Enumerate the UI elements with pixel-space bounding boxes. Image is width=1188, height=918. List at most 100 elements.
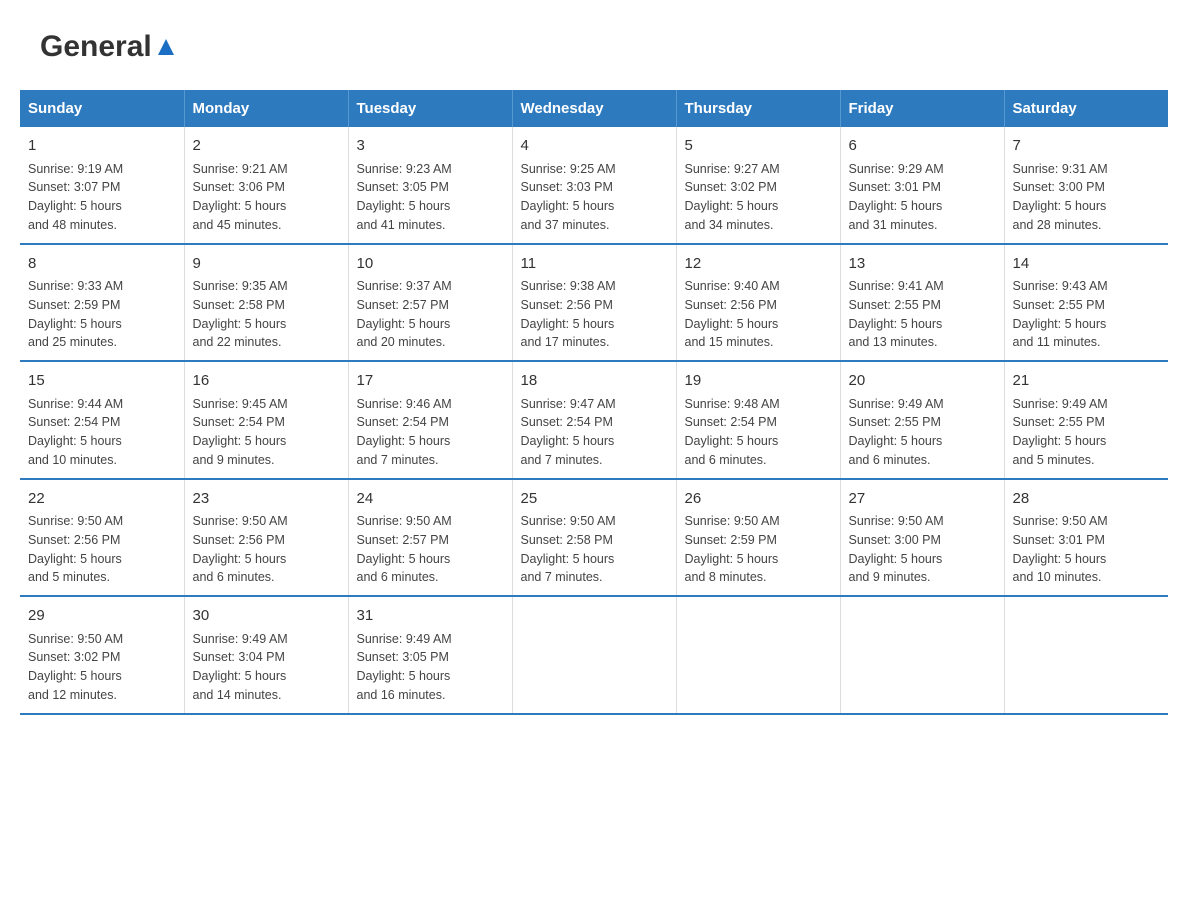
- day-number: 11: [521, 253, 668, 276]
- calendar-table: SundayMondayTuesdayWednesdayThursdayFrid…: [20, 90, 1168, 715]
- day-info-line: and 41 minutes.: [357, 216, 504, 235]
- day-number: 9: [193, 253, 340, 276]
- day-number: 13: [849, 253, 996, 276]
- day-number: 12: [685, 253, 832, 276]
- calendar-cell: 3Sunrise: 9:23 AMSunset: 3:05 PMDaylight…: [348, 127, 512, 244]
- calendar-cell: 29Sunrise: 9:50 AMSunset: 3:02 PMDayligh…: [20, 596, 184, 714]
- day-info-line: and 6 minutes.: [685, 451, 832, 470]
- day-info-line: Sunrise: 9:49 AM: [357, 630, 504, 649]
- day-info-line: Sunset: 2:54 PM: [521, 413, 668, 432]
- day-info-line: and 9 minutes.: [193, 451, 340, 470]
- day-info-line: and 6 minutes.: [849, 451, 996, 470]
- day-number: 5: [685, 135, 832, 158]
- day-info-line: Daylight: 5 hours: [193, 432, 340, 451]
- day-info-line: Sunset: 2:54 PM: [193, 413, 340, 432]
- day-info-line: Daylight: 5 hours: [685, 550, 832, 569]
- day-info-line: and 45 minutes.: [193, 216, 340, 235]
- day-info-line: and 20 minutes.: [357, 333, 504, 352]
- day-info-line: Daylight: 5 hours: [357, 315, 504, 334]
- page-header: General: [20, 20, 1168, 70]
- column-header-tuesday: Tuesday: [348, 90, 512, 127]
- day-number: 2: [193, 135, 340, 158]
- calendar-cell: [1004, 596, 1168, 714]
- day-number: 3: [357, 135, 504, 158]
- day-number: 19: [685, 370, 832, 393]
- day-info-line: Sunrise: 9:50 AM: [685, 512, 832, 531]
- day-info-line: Sunset: 3:02 PM: [685, 178, 832, 197]
- day-info-line: Sunset: 2:56 PM: [193, 531, 340, 550]
- day-info-line: Sunrise: 9:33 AM: [28, 277, 176, 296]
- day-info-line: Sunset: 2:54 PM: [685, 413, 832, 432]
- day-number: 1: [28, 135, 176, 158]
- day-info-line: Daylight: 5 hours: [28, 315, 176, 334]
- calendar-cell: 2Sunrise: 9:21 AMSunset: 3:06 PMDaylight…: [184, 127, 348, 244]
- calendar-cell: 12Sunrise: 9:40 AMSunset: 2:56 PMDayligh…: [676, 244, 840, 362]
- calendar-cell: 27Sunrise: 9:50 AMSunset: 3:00 PMDayligh…: [840, 479, 1004, 597]
- day-info-line: Sunrise: 9:50 AM: [28, 512, 176, 531]
- calendar-cell: [840, 596, 1004, 714]
- calendar-cell: 10Sunrise: 9:37 AMSunset: 2:57 PMDayligh…: [348, 244, 512, 362]
- day-info-line: Daylight: 5 hours: [685, 432, 832, 451]
- calendar-week-row: 1Sunrise: 9:19 AMSunset: 3:07 PMDaylight…: [20, 127, 1168, 244]
- column-header-monday: Monday: [184, 90, 348, 127]
- day-info-line: Sunset: 3:06 PM: [193, 178, 340, 197]
- calendar-cell: 22Sunrise: 9:50 AMSunset: 2:56 PMDayligh…: [20, 479, 184, 597]
- day-info-line: Sunrise: 9:37 AM: [357, 277, 504, 296]
- day-info-line: Sunset: 2:58 PM: [193, 296, 340, 315]
- calendar-cell: 15Sunrise: 9:44 AMSunset: 2:54 PMDayligh…: [20, 361, 184, 479]
- day-info-line: and 25 minutes.: [28, 333, 176, 352]
- day-info-line: Sunset: 2:54 PM: [357, 413, 504, 432]
- day-info-line: Daylight: 5 hours: [1013, 315, 1161, 334]
- day-info-line: Daylight: 5 hours: [28, 197, 176, 216]
- day-info-line: and 6 minutes.: [193, 568, 340, 587]
- day-info-line: Daylight: 5 hours: [193, 550, 340, 569]
- day-info-line: and 5 minutes.: [28, 568, 176, 587]
- day-info-line: Sunrise: 9:50 AM: [357, 512, 504, 531]
- day-info-line: Sunset: 2:56 PM: [521, 296, 668, 315]
- day-info-line: and 16 minutes.: [357, 686, 504, 705]
- day-number: 28: [1013, 488, 1161, 511]
- day-info-line: Sunset: 2:55 PM: [1013, 296, 1161, 315]
- day-info-line: and 10 minutes.: [28, 451, 176, 470]
- day-number: 29: [28, 605, 176, 628]
- day-info-line: Sunrise: 9:49 AM: [193, 630, 340, 649]
- day-info-line: Daylight: 5 hours: [28, 550, 176, 569]
- day-info-line: and 34 minutes.: [685, 216, 832, 235]
- day-info-line: and 31 minutes.: [849, 216, 996, 235]
- day-number: 16: [193, 370, 340, 393]
- calendar-cell: 25Sunrise: 9:50 AMSunset: 2:58 PMDayligh…: [512, 479, 676, 597]
- calendar-cell: 13Sunrise: 9:41 AMSunset: 2:55 PMDayligh…: [840, 244, 1004, 362]
- day-info-line: Sunrise: 9:41 AM: [849, 277, 996, 296]
- day-number: 4: [521, 135, 668, 158]
- day-info-line: Daylight: 5 hours: [521, 197, 668, 216]
- day-info-line: Sunrise: 9:43 AM: [1013, 277, 1161, 296]
- day-number: 8: [28, 253, 176, 276]
- day-info-line: Daylight: 5 hours: [357, 432, 504, 451]
- day-info-line: Daylight: 5 hours: [1013, 550, 1161, 569]
- column-header-saturday: Saturday: [1004, 90, 1168, 127]
- day-number: 23: [193, 488, 340, 511]
- day-info-line: Sunset: 2:55 PM: [849, 413, 996, 432]
- calendar-cell: 23Sunrise: 9:50 AMSunset: 2:56 PMDayligh…: [184, 479, 348, 597]
- calendar-cell: 30Sunrise: 9:49 AMSunset: 3:04 PMDayligh…: [184, 596, 348, 714]
- day-number: 22: [28, 488, 176, 511]
- day-info-line: and 9 minutes.: [849, 568, 996, 587]
- day-info-line: Daylight: 5 hours: [357, 550, 504, 569]
- day-info-line: Sunrise: 9:49 AM: [849, 395, 996, 414]
- day-info-line: Sunset: 2:56 PM: [28, 531, 176, 550]
- day-info-line: Daylight: 5 hours: [357, 667, 504, 686]
- day-info-line: Sunset: 3:01 PM: [1013, 531, 1161, 550]
- day-info-line: and 17 minutes.: [521, 333, 668, 352]
- day-number: 21: [1013, 370, 1161, 393]
- day-number: 26: [685, 488, 832, 511]
- calendar-cell: 26Sunrise: 9:50 AMSunset: 2:59 PMDayligh…: [676, 479, 840, 597]
- calendar-cell: 4Sunrise: 9:25 AMSunset: 3:03 PMDaylight…: [512, 127, 676, 244]
- day-info-line: Sunrise: 9:40 AM: [685, 277, 832, 296]
- day-info-line: Sunset: 3:00 PM: [1013, 178, 1161, 197]
- day-info-line: Sunset: 3:05 PM: [357, 648, 504, 667]
- day-info-line: Sunrise: 9:38 AM: [521, 277, 668, 296]
- calendar-week-row: 22Sunrise: 9:50 AMSunset: 2:56 PMDayligh…: [20, 479, 1168, 597]
- day-info-line: Sunset: 3:00 PM: [849, 531, 996, 550]
- column-header-wednesday: Wednesday: [512, 90, 676, 127]
- day-info-line: Sunrise: 9:50 AM: [193, 512, 340, 531]
